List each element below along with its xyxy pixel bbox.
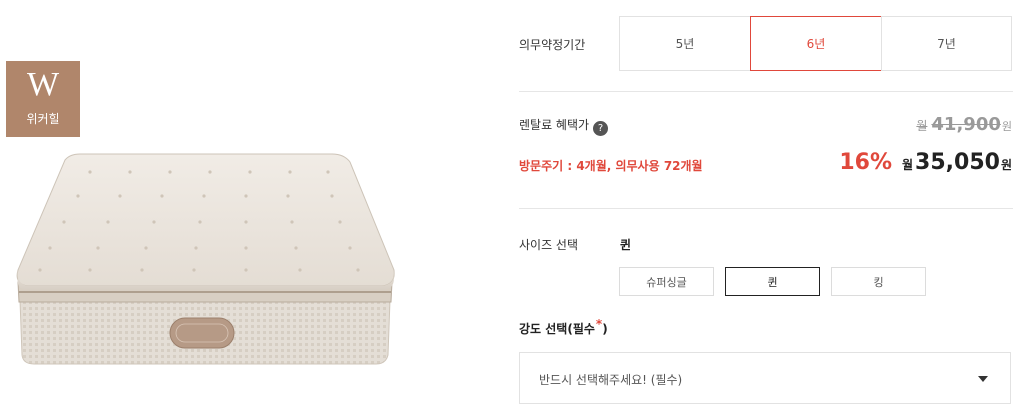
final-price-amount: 35,050: [915, 150, 1000, 175]
strength-select-placeholder: 반드시 선택해주세요! (필수): [539, 373, 683, 387]
final-price: 16% 월35,050원: [839, 150, 1012, 175]
divider: [519, 91, 1013, 92]
size-selected-value: 퀸: [620, 238, 632, 252]
period-option-5y[interactable]: 5년: [619, 16, 751, 71]
final-price-prefix: 월: [902, 158, 914, 172]
original-price: 월 41,900원: [916, 114, 1012, 135]
original-price-unit: 원: [1001, 120, 1012, 133]
original-price-amount: 41,900: [931, 114, 1001, 135]
pricing-label-row: 렌탈료 혜택가?: [519, 116, 609, 136]
size-label: 사이즈 선택: [519, 238, 579, 252]
original-price-prefix: 월: [916, 119, 928, 133]
discount-rate: 16%: [839, 150, 892, 175]
strength-select[interactable]: 반드시 선택해주세요! (필수): [519, 352, 1011, 404]
strength-label-suffix: ): [602, 322, 608, 336]
final-price-unit: 원: [1000, 158, 1012, 172]
period-option-7y[interactable]: 7년: [881, 16, 1012, 71]
period-option-6y[interactable]: 6년: [750, 16, 882, 71]
brand-badge: W 위커힐: [6, 61, 80, 137]
mattress-image: [16, 153, 395, 365]
visit-info: 방문주기 : 4개월, 의무사용 72개월: [519, 159, 703, 173]
period-label: 의무약정기간: [519, 38, 586, 52]
strength-label: 강도 선택(필수*): [519, 317, 608, 337]
product-image-area: W 위커힐: [0, 0, 420, 413]
size-option-queen[interactable]: 퀸: [725, 267, 820, 296]
divider: [519, 208, 1013, 209]
brand-logo-letter: W: [26, 66, 60, 103]
question-icon[interactable]: ?: [593, 121, 609, 136]
strength-label-text: 강도 선택(필수: [519, 322, 595, 336]
size-option-supersingle[interactable]: 슈퍼싱글: [619, 267, 714, 296]
size-option-king[interactable]: 킹: [831, 267, 926, 296]
pricing-label: 렌탈료 혜택가: [519, 118, 590, 132]
brand-name: 위커힐: [26, 112, 60, 126]
caret-down-icon: [978, 376, 988, 382]
